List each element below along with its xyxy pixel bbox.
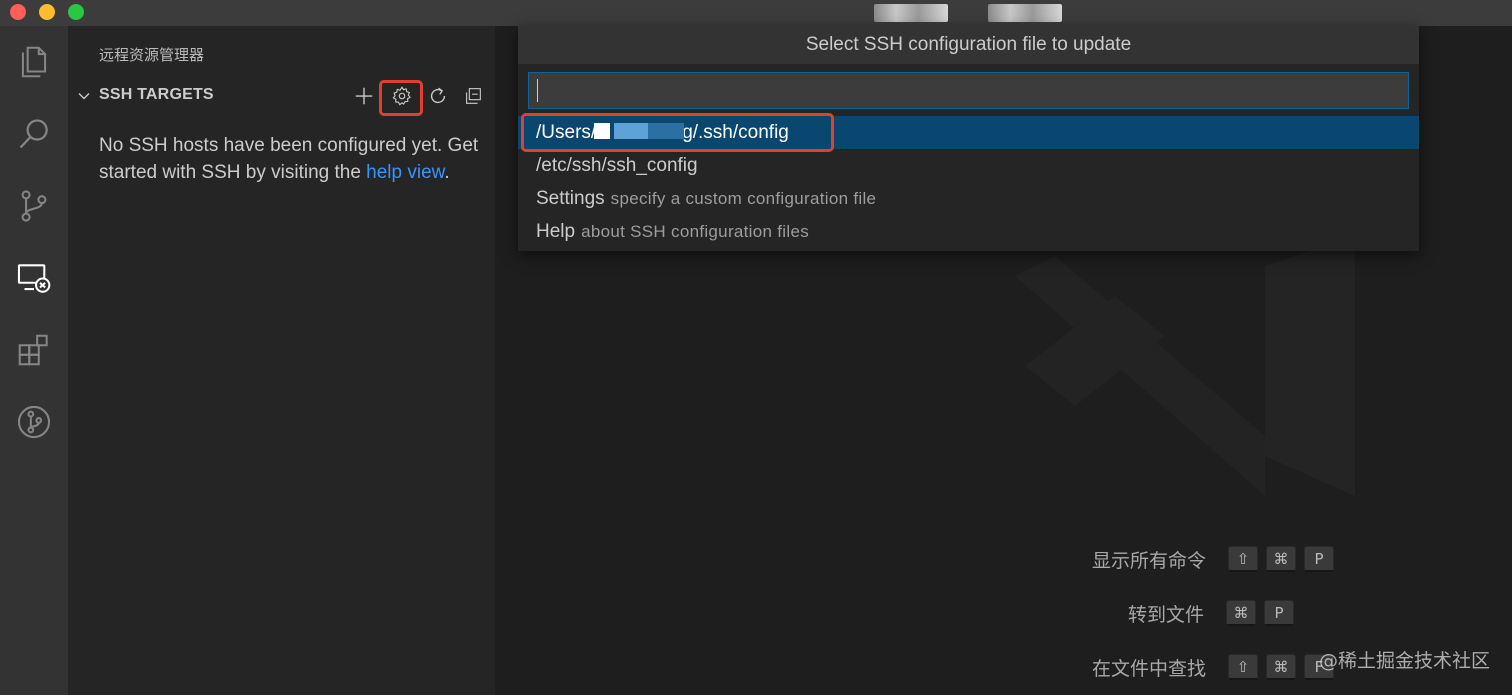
item-description: about SSH configuration files: [581, 222, 810, 241]
activity-bar: [0, 26, 68, 695]
quick-pick-item-help[interactable]: Help about SSH configuration files: [518, 215, 1419, 248]
quick-pick-item-system-config[interactable]: /etc/ssh/ssh_config: [518, 149, 1419, 182]
item-label: Help: [536, 221, 576, 242]
sidebar-title: 远程资源管理器: [99, 46, 205, 64]
remote-explorer-sidebar: 远程资源管理器 SSH TARGETS No SSH hosts have be…: [68, 26, 495, 695]
p-key: P: [1264, 600, 1294, 626]
empty-hosts-message: No SSH hosts have been configured yet. G…: [99, 132, 479, 186]
gear-highlight-box: [379, 80, 423, 116]
empty-message-suffix: .: [444, 162, 450, 183]
title-bar: [0, 0, 1512, 26]
text-cursor: [537, 79, 538, 102]
shortcut-label: 显示所有命令: [1091, 549, 1206, 572]
quick-pick-item-settings[interactable]: Settings specify a custom configuration f…: [518, 182, 1419, 215]
shift-key: ⇧: [1228, 654, 1258, 680]
command-key: ⌘: [1266, 546, 1296, 572]
collapse-all-icon[interactable]: [459, 82, 487, 110]
help-view-link[interactable]: help view: [366, 162, 444, 183]
git-graph-icon[interactable]: [12, 400, 56, 444]
vscode-logo-watermark: [1015, 236, 1355, 496]
p-key: P: [1304, 546, 1334, 572]
shortcut-show-all-commands: 显示所有命令 ⇧ ⌘ P: [1092, 544, 1342, 574]
command-key: ⌘: [1266, 654, 1296, 680]
window-title-redacted: [988, 4, 1062, 22]
plus-icon[interactable]: [350, 82, 378, 110]
window-minimize-button[interactable]: [39, 4, 55, 20]
shortcut-go-to-file: 转到文件 ⌘ P: [1128, 598, 1302, 628]
item-label: Settings: [536, 188, 605, 209]
ssh-targets-section-header[interactable]: SSH TARGETS: [68, 82, 495, 110]
shortcut-label: 在文件中查找: [1091, 657, 1206, 680]
refresh-icon[interactable]: [424, 82, 452, 110]
files-icon[interactable]: [12, 40, 56, 84]
item-description: specify a custom configuration file: [610, 189, 877, 208]
shift-key: ⇧: [1228, 546, 1258, 572]
window-close-button[interactable]: [10, 4, 26, 20]
site-watermark: @稀土掘金技术社区: [1318, 650, 1490, 672]
extensions-icon[interactable]: [12, 328, 56, 372]
quick-pick-dialog: Select SSH configuration file to update …: [518, 26, 1419, 251]
quick-pick-input[interactable]: [528, 72, 1409, 109]
search-icon[interactable]: [12, 112, 56, 156]
shortcut-label: 转到文件: [1127, 603, 1204, 626]
config-highlight-box: [521, 113, 834, 152]
section-title: SSH TARGETS: [99, 86, 214, 103]
shortcut-find-in-files: 在文件中查找 ⇧ ⌘ F: [1092, 652, 1342, 682]
command-key: ⌘: [1226, 600, 1256, 626]
remote-explorer-icon[interactable]: [12, 256, 56, 300]
source-control-icon[interactable]: [12, 184, 56, 228]
window-maximize-button[interactable]: [68, 4, 84, 20]
window-title-redacted: [874, 4, 948, 22]
item-label: /etc/ssh/ssh_config: [536, 155, 698, 176]
quick-pick-title: Select SSH configuration file to update: [518, 26, 1419, 64]
chevron-down-icon: [78, 93, 90, 100]
